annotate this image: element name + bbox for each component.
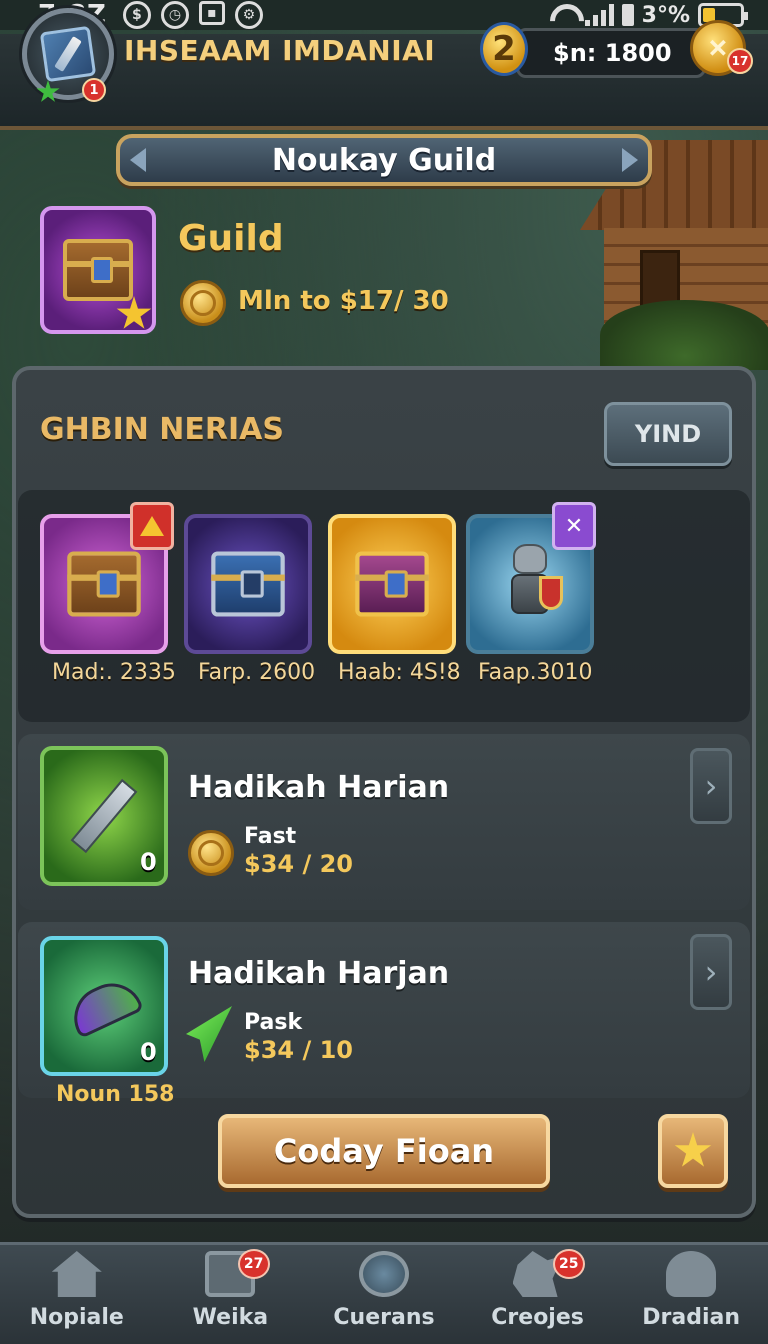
bush-decoration [600, 300, 768, 370]
wifi-icon [547, 4, 577, 26]
blue-chest-icon [211, 551, 285, 617]
battery-percent: 3°% [641, 2, 690, 28]
nav-badge-tasks: 27 [237, 1249, 270, 1279]
quest-value-2: $34 / 10 [244, 1036, 353, 1064]
nav-label-creatures: Creojes [491, 1305, 584, 1330]
reward-label-3: Haab: 4S!8 [338, 660, 461, 685]
nav-label-profile: Dradian [642, 1305, 741, 1330]
nav-item-globe[interactable]: Cuerans [307, 1245, 461, 1344]
level-coin-icon: 2 [480, 22, 528, 76]
status-notification-icons: $ ◷ ▪ ⚙ [122, 1, 263, 29]
quest-1-chevron-button[interactable]: › [690, 748, 732, 824]
alert-badge-icon [130, 502, 174, 550]
quest-2-chevron-button[interactable]: › [690, 934, 732, 1010]
avatar-notification-badge: 1 [82, 78, 106, 102]
coin-icon [188, 830, 234, 876]
quest-footer-label: Noun 158 [56, 1082, 175, 1107]
reward-label-1: Mad:. 2335 [52, 660, 176, 685]
knight-icon [499, 538, 563, 630]
reward-label-4: Faap.3010 [478, 660, 593, 685]
nav-item-home[interactable]: Nopiale [0, 1245, 154, 1344]
reward-item-2[interactable] [184, 514, 312, 654]
nav-label-home: Nopiale [29, 1305, 124, 1330]
edit-pencil-icon [39, 25, 97, 83]
image-icon: ▪ [198, 1, 225, 25]
guild-heading: Guild [178, 218, 284, 259]
signal-icon [584, 4, 614, 26]
quest-sub-label-2: Pask [244, 1010, 303, 1035]
app-notification-icon: $ [122, 1, 151, 29]
quest-value-1: $34 / 20 [244, 850, 353, 878]
favorite-button[interactable] [658, 1114, 728, 1188]
nav-item-profile[interactable]: Dradian [614, 1245, 768, 1344]
currency-display: $n: 1800 [516, 28, 706, 78]
bolt-icon [70, 778, 138, 854]
quest-count-2: 0 [140, 1038, 157, 1066]
nav-label-tasks: Weika [192, 1305, 269, 1330]
nav-item-tasks[interactable]: Weika 27 [154, 1245, 308, 1344]
player-name: IHSEAAM IMDANIAI [124, 34, 436, 67]
purple-chest-icon [67, 551, 141, 617]
sync-icon: ◷ [160, 1, 189, 29]
nav-label-globe: Cuerans [333, 1305, 435, 1330]
chevron-right-icon: › [704, 953, 718, 991]
star-icon [674, 1132, 712, 1167]
quest-count-1: 0 [140, 848, 157, 876]
bottom-navigation: Nopiale Weika 27 Cuerans Creojes 25 Drad… [0, 1242, 768, 1344]
claim-button[interactable]: Coday Fioan [218, 1114, 550, 1188]
grapple-hook-icon [63, 973, 145, 1039]
nav-item-creatures[interactable]: Creojes 25 [461, 1245, 615, 1344]
close-badge-icon[interactable]: ✕ [552, 502, 596, 550]
guild-title-banner: Noukay Guild [116, 134, 652, 186]
profile-icon [666, 1251, 717, 1297]
settings-icon: ⚙ [234, 1, 263, 29]
home-icon [51, 1251, 102, 1297]
coin-icon [180, 280, 226, 326]
quest-sub-label-1: Fast [244, 824, 297, 849]
sim-icon [621, 4, 634, 26]
reward-label-2: Farp. 2600 [198, 660, 316, 685]
quest-title-1: Hadikah Harian [188, 770, 450, 805]
guild-progress: Mln to $17/ 30 [238, 286, 449, 316]
guild-title: Noukay Guild [271, 142, 497, 178]
globe-icon [358, 1251, 409, 1297]
add-currency-badge: 17 [727, 48, 753, 74]
gold-chest-icon [355, 551, 429, 617]
currency-amount: $n: 1800 [553, 39, 672, 67]
status-bar: 7.8Z $ ◷ ▪ ⚙ 3°% [0, 0, 768, 30]
section-title: GHBIN NERIAS [40, 412, 284, 447]
quest-title-2: Hadikah Harjan [188, 956, 450, 991]
yind-button[interactable]: YIND [604, 402, 732, 466]
chevron-right-icon: › [704, 767, 718, 805]
nav-badge-creatures: 25 [552, 1249, 585, 1279]
reward-item-3[interactable] [328, 514, 456, 654]
